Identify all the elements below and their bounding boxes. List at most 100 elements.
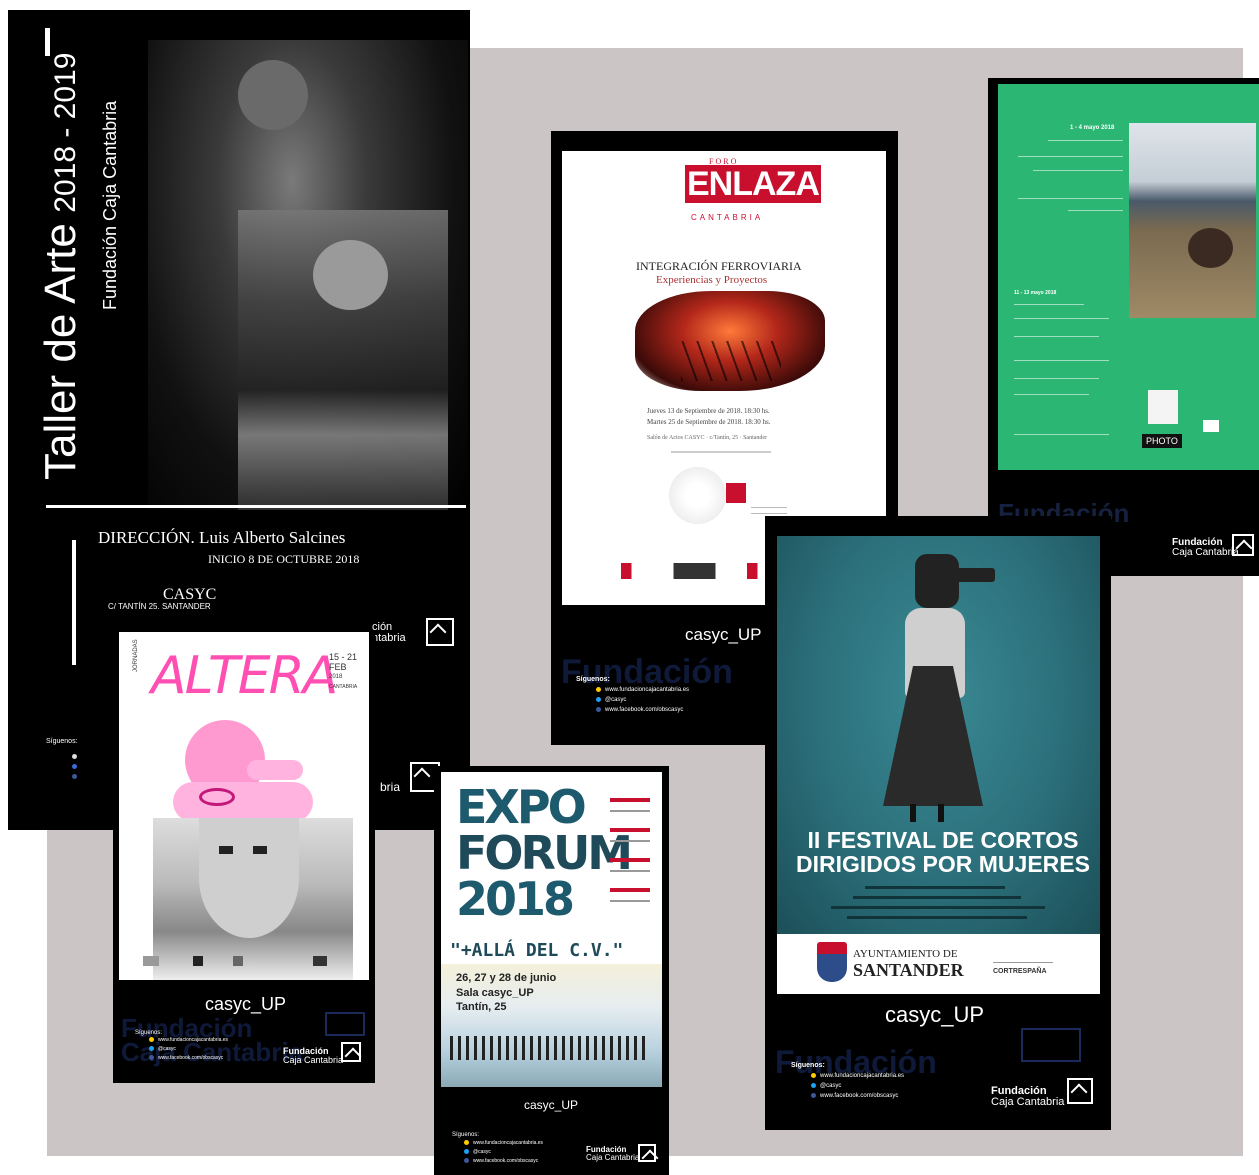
expo-address: Tantín, 25 [456,1001,507,1013]
expo-subtitle: "+ALLÁ DEL C.V." [450,940,624,961]
poster-start-date: INICIO 8 DE OCTUBRE 2018 [208,552,360,566]
poster-green: 1 - 4 mayo 2018 11 - 13 mayo 2018 PHOTO … [988,78,1259,576]
green-photo-logo: PHOTO [1142,434,1182,448]
enlaza-logo-text-line2 [751,513,787,514]
enlaza-date2: Martes 25 de Septiembre de 2018. 18:30 h… [647,418,771,426]
poster-vertical-title: Taller de Arte 2018 - 2019 [36,53,86,480]
festival-badge-icon [1021,1028,1081,1062]
social-twitter-row: @casyc [464,1148,543,1157]
festival-casyc: casyc_UP [885,1002,985,1027]
photo-face [313,240,388,310]
expo-title1: EXPO [456,780,587,834]
altera-cloud-right [247,760,303,780]
fcc-line2: Caja Cantabria [586,1153,640,1162]
social-web-row: www.fundacioncajacantabria.es [596,685,689,695]
green-line [1014,394,1089,395]
web-icon [464,1140,469,1146]
sponsor1-line2: SANTANDER [853,960,964,980]
festival-figure-legs [910,804,950,822]
social-facebook-row: www.facebook.com/obscasyc [811,1091,904,1101]
enlaza-globe-icon [669,467,726,524]
altera-place: CANTABRIA [329,684,358,690]
expo-dates: 26, 27 y 28 de junio [456,972,557,984]
enlaza-rails [681,341,781,381]
altera-logo-strip [143,956,343,966]
festival-title2: DIRIGIDOS POR MUJERES [796,851,1090,877]
expo-follow: Síguenos: [452,1132,480,1138]
twitter-icon [811,1082,816,1088]
poster-ghost-bottom: bria [380,780,401,794]
green-line [1014,304,1084,305]
social-twitter: @casyc [473,1149,491,1155]
poster-org: Fundación Caja Cantabria [100,100,120,310]
poster-festival: II FESTIVAL DE CORTOS DIRIGIDOS POR MUJE… [765,516,1111,1130]
vertical-bar [72,540,76,665]
social-twitter: @casyc [605,697,627,703]
fcc-logo-icon [341,1042,361,1062]
facebook-icon [149,1055,154,1061]
enlaza-casyc: casyc_UP [685,625,762,644]
fcc-line2: Caja Cantabria [283,1055,344,1065]
poster-direction: DIRECCIÓN. Luis Alberto Salcines [98,528,346,547]
poster-title: Taller de Arte [36,223,85,480]
social-icons [72,752,81,782]
altera-pink-cloud [173,782,313,822]
web-icon [811,1072,816,1078]
poster-venue-address: C/ TANTÍN 25. SANTANDER [108,602,211,611]
poster-ghost-brand: ción ntabria [372,622,406,644]
expo-casyc: casyc_UP [524,1098,579,1112]
social-web-row: www.fundacioncajacantabria.es [811,1071,904,1081]
altera-fcc-text: Fundación Caja Cantabria [283,1047,343,1065]
festival-title: II FESTIVAL DE CORTOS DIRIGIDOS POR MUJE… [793,828,1093,876]
twitter-icon [464,1149,469,1155]
green-line [1014,434,1109,435]
social-facebook: www.facebook.com/obscasyc [820,1093,899,1099]
green-date2: 11 - 13 mayo 2018 [1014,290,1057,296]
festival-info-line [831,906,1045,909]
festival-info-line [865,886,1005,889]
green-logo-box [1148,390,1178,424]
poster-altera: JORNADAS ALTERA 15 - 21 FEB 2018 CANTABR… [113,632,375,1083]
green-fcc-text: Fundación Caja Cantabria [1172,538,1239,558]
green-small-logo-icon [1203,420,1219,432]
altera-dates-text: 15 - 21 FEB [329,652,358,672]
fcc-logo-icon [1232,534,1254,556]
festival-social: www.fundacioncajacantabria.es @casyc www… [811,1071,904,1101]
expo-fcc-text: Fundación Caja Cantabria [586,1146,639,1162]
green-photo [1129,123,1256,318]
twitter-icon [149,1046,154,1052]
enlaza-logo-icon [726,483,746,503]
altera-badge-icon [325,1012,365,1036]
green-line [1068,210,1123,211]
enlaza-venue: Salón de Actos CASYC · c/Tantín, 25 · Sa… [647,435,768,441]
fcc-line2: Caja Cantabria [1172,547,1239,558]
fcc-logo-icon [1067,1078,1093,1104]
green-line [1018,156,1123,157]
facebook-icon [596,706,601,712]
green-date1: 1 - 4 mayo 2018 [1070,125,1115,131]
enlaza-date1: Jueves 13 de Septiembre de 2018. 18:30 h… [647,407,770,415]
altera-face-eyes [219,846,279,854]
social-web: www.fundacioncajacantabria.es [820,1073,905,1079]
poster-years: 2018 - 2019 [49,52,82,213]
enlaza-note-line [671,451,771,453]
green-line [1018,198,1123,199]
expo-sponsor-column [610,790,650,910]
festival-camera-icon [947,568,995,582]
social-facebook-row: www.facebook.com/obscasyc [149,1054,228,1063]
altera-casyc: casyc_UP [205,994,287,1014]
enlaza-title: INTEGRACIÓN FERROVIARIA [636,259,802,273]
expo-title2: FORUM [456,826,633,880]
fcc-line2: Caja Cantabria [991,1096,1065,1108]
poster-expo-forum: EXPO FORUM 2018 "+ALLÁ DEL C.V." 26, 27 … [434,766,669,1175]
enlaza-logo-text-line [751,507,787,508]
green-line [1014,318,1109,319]
fcc-logo-icon [638,1144,656,1162]
santander-shield-icon [817,942,847,982]
ghost-brand-line2: ntabria [372,632,406,644]
festival-sponsor2: CORTRESPAÑA [993,968,1047,975]
web-icon [149,1037,154,1043]
festival-fcc-small [993,948,1053,963]
social-twitter: @casyc [820,1083,842,1089]
social-web: www.fundacioncajacantabria.es [605,687,690,693]
